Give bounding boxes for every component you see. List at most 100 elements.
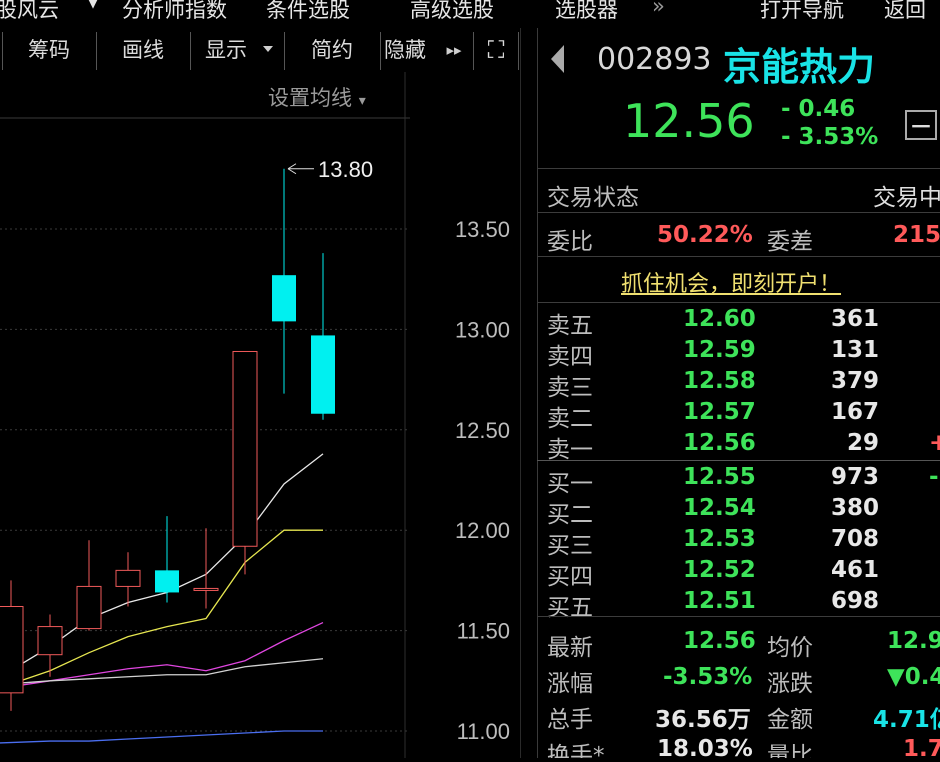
candle-body <box>37 626 63 656</box>
volume-ratio-label: 量比 <box>767 743 813 758</box>
kline-chart-svg[interactable]: 13.50 13.00 12.50 12.00 11.50 11.00 13.80 <box>0 72 520 758</box>
ma-setting-label[interactable]: 设置均线 <box>268 86 352 110</box>
candle-body <box>232 350 258 547</box>
divider <box>380 32 381 70</box>
menu-advanced-pick[interactable]: 高级选股 <box>410 0 494 22</box>
menu-condition-pick[interactable]: 条件选股 <box>266 0 350 22</box>
y-tick-label: 13.50 <box>455 217 510 242</box>
level-label: 卖二 <box>547 406 593 432</box>
latest-label: 最新 <box>547 635 593 661</box>
weicha-label: 委差 <box>767 229 813 255</box>
top-menu-bar: 股风云 ▼ 分析师指数 条件选股 高级选股 选股器 » 打开导航 返回 <box>0 0 940 22</box>
chart-toolbar: 筹码 画线 显示 简约 隐藏 ▸▸ ⛶ <box>0 28 520 72</box>
level-price: 12.54 <box>683 495 756 521</box>
divider <box>284 32 285 70</box>
menu-gufengyun[interactable]: 股风云 <box>0 0 59 22</box>
volume-ratio-value: 1.7 <box>903 736 940 758</box>
y-tick-label: 11.00 <box>457 719 510 744</box>
avg-label: 均价 <box>767 635 813 661</box>
level-price: 12.55 <box>683 464 756 490</box>
weibi-label: 委比 <box>547 229 593 255</box>
level-label: 买四 <box>547 564 593 590</box>
level-volume: 973 <box>830 464 879 490</box>
pct-label: 涨幅 <box>547 671 593 697</box>
stock-name: 京能热力 <box>723 45 876 89</box>
menu-open-nav[interactable]: 打开导航 <box>760 0 844 22</box>
level-label: 卖三 <box>547 375 593 401</box>
level-label: 买二 <box>547 502 593 528</box>
more-menu-icon[interactable]: » <box>652 0 665 18</box>
avg-value: 12.9 <box>887 628 940 654</box>
ma-setting-button[interactable]: 设置均线 ▾ <box>268 82 366 112</box>
level-volume: 708 <box>830 526 879 552</box>
chevron-down-icon[interactable]: ▾ <box>359 93 366 109</box>
candle-body <box>193 587 219 591</box>
divider <box>537 460 940 461</box>
volume-label: 总手 <box>547 707 593 733</box>
ma-line <box>0 730 323 744</box>
menu-analyst-index[interactable]: 分析师指数 <box>122 0 227 22</box>
level-label: 卖五 <box>547 313 593 339</box>
y-tick-label: 12.00 <box>455 518 510 543</box>
level-change: + <box>929 430 940 456</box>
menu-back[interactable]: 返回 <box>884 0 926 22</box>
level-price: 12.56 <box>683 430 756 456</box>
turnover-label: 换手* <box>547 743 605 758</box>
candle-body <box>115 569 141 587</box>
fullscreen-icon[interactable]: ⛶ <box>476 28 516 72</box>
y-tick-label: 13.00 <box>455 317 510 342</box>
candle-body <box>76 585 102 630</box>
chg-value: ▼0.4 <box>887 664 940 690</box>
display-button[interactable]: 显示 <box>194 28 258 72</box>
draw-line-button[interactable]: 画线 <box>98 28 188 72</box>
pct-value: -3.53% <box>663 664 753 690</box>
divider <box>473 32 474 70</box>
kline-chart[interactable]: 13.50 13.00 12.50 12.00 11.50 11.00 13.80 设置均线… <box>0 72 520 758</box>
level-price: 12.59 <box>683 337 756 363</box>
simple-mode-button[interactable]: 简约 <box>286 28 378 72</box>
level-volume: 698 <box>830 588 879 614</box>
chips-button[interactable]: 筹码 <box>4 28 94 72</box>
chg-label: 涨跌 <box>767 671 813 697</box>
level-price: 12.57 <box>683 399 756 425</box>
level-volume: 379 <box>830 368 879 394</box>
amount-label: 金额 <box>767 707 813 733</box>
menu-stock-picker[interactable]: 选股器 <box>555 0 618 22</box>
divider <box>537 168 940 169</box>
candle-body <box>311 335 335 414</box>
level-volume: 361 <box>830 306 879 332</box>
chevron-left-icon[interactable] <box>549 44 565 74</box>
divider <box>537 302 940 303</box>
turnover-value: 18.03% <box>657 736 753 758</box>
stock-code: 002893 <box>597 42 712 77</box>
divider <box>190 32 191 70</box>
level-volume: 380 <box>830 495 879 521</box>
open-account-link[interactable]: 抓住机会，即刻开户！ <box>621 266 841 298</box>
candle-body <box>272 275 296 322</box>
level-price: 12.53 <box>683 526 756 552</box>
quote-panel: 002893 京能热力 12.56 - 0.46 - 3.53% − 交易状态 … <box>537 28 940 758</box>
hide-arrow-icon[interactable]: ▸▸ <box>440 28 468 72</box>
y-tick-label: 12.50 <box>455 418 510 443</box>
panel-divider <box>520 28 521 758</box>
amount-value: 4.71亿 <box>873 707 940 733</box>
y-tick-label: 11.50 <box>457 619 510 644</box>
level-volume: 461 <box>830 557 879 583</box>
level-price: 12.60 <box>683 306 756 332</box>
chevron-down-icon[interactable]: ▼ <box>88 0 98 11</box>
level-change: - <box>929 464 939 490</box>
level-volume: 131 <box>830 337 879 363</box>
weicha-value: 215 <box>893 222 940 248</box>
divider <box>537 616 940 617</box>
divider <box>96 32 97 70</box>
hide-button[interactable]: 隐藏 <box>384 28 436 72</box>
chevron-down-icon[interactable] <box>262 45 274 54</box>
weibi-value: 50.22% <box>657 222 753 248</box>
status-value: 交易中 <box>873 185 940 211</box>
last-price: 12.56 <box>623 94 755 148</box>
collapse-button[interactable]: − <box>905 110 937 140</box>
level-label: 卖四 <box>547 344 593 370</box>
volume-value: 36.56万 <box>655 707 751 733</box>
level-price: 12.52 <box>683 557 756 583</box>
status-label: 交易状态 <box>547 185 639 211</box>
